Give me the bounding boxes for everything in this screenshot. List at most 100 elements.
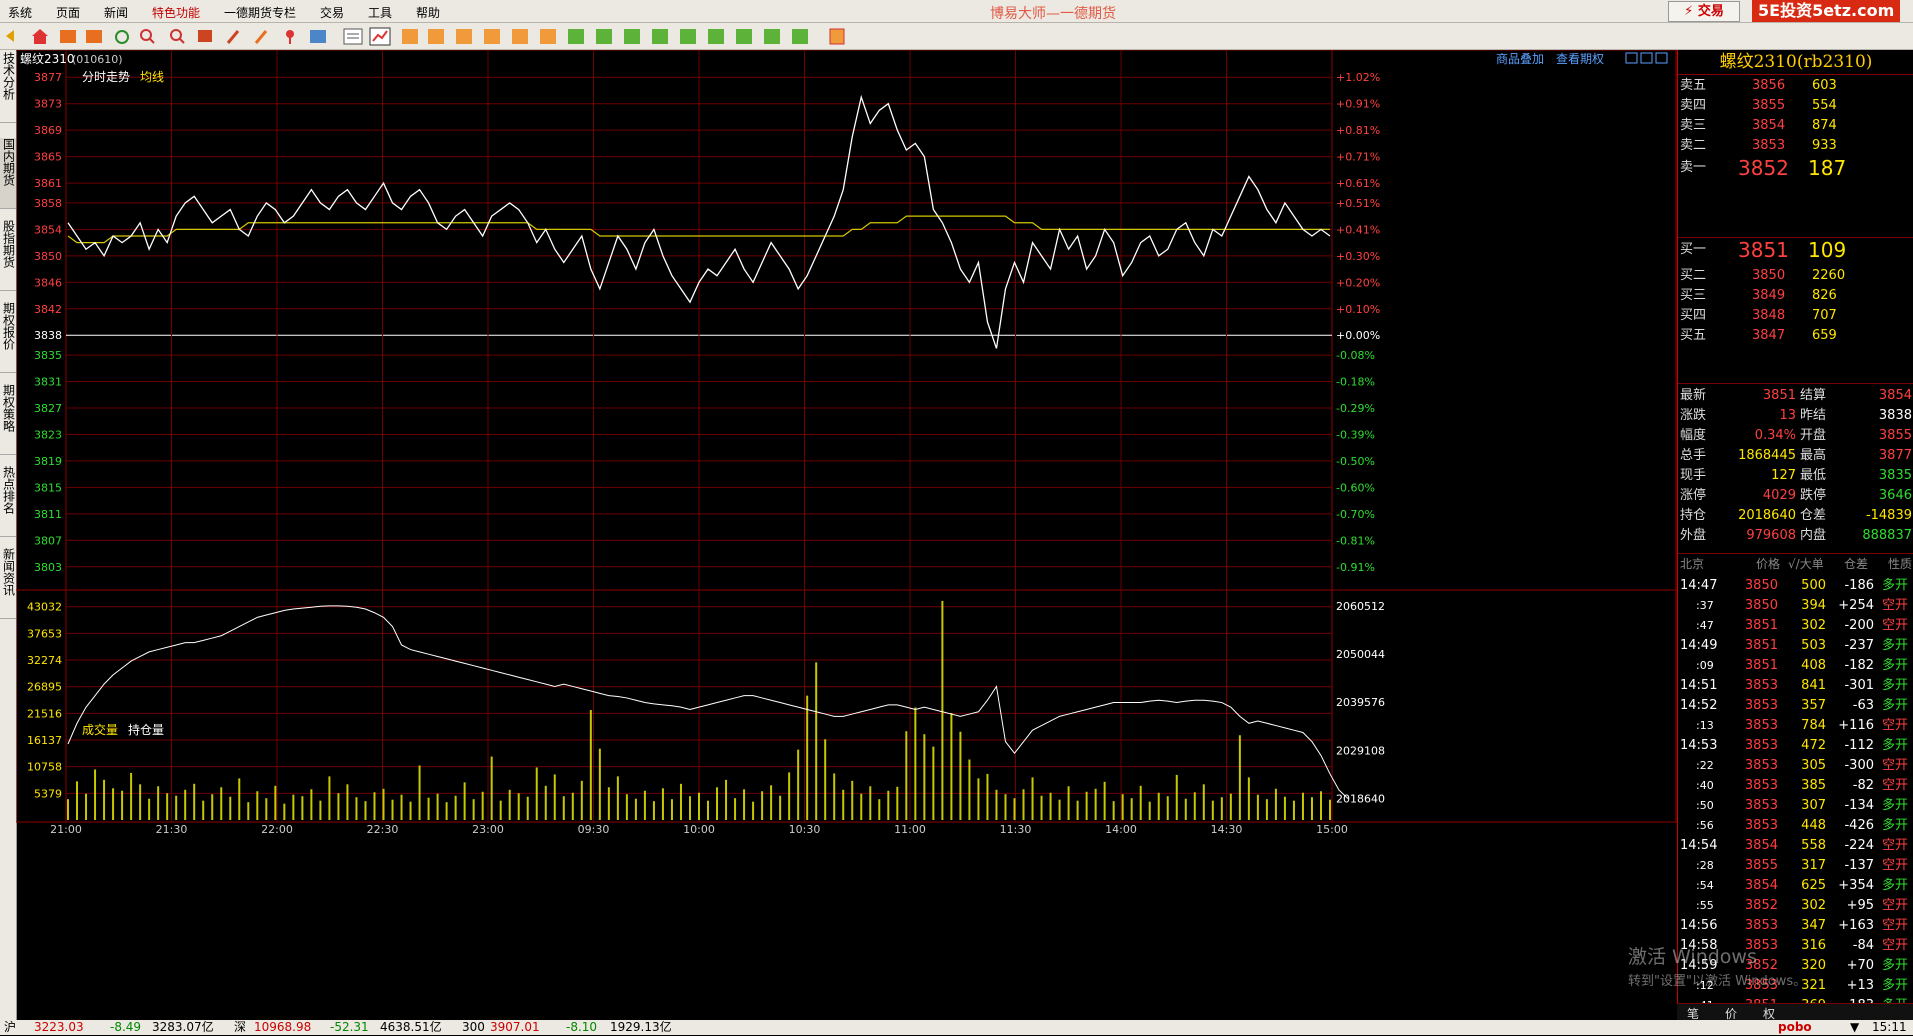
time-tick-label: 22:30 <box>367 823 399 836</box>
tick-time: :50 <box>1696 799 1714 812</box>
maximize-icon[interactable] <box>1640 52 1653 64</box>
bid-label: 买一 <box>1680 242 1707 257</box>
tick-price: 3851 <box>1744 618 1778 633</box>
stat-label: 现手 <box>1680 468 1707 483</box>
bid-price: 3847 <box>1752 328 1786 343</box>
overlay-link[interactable]: 商品叠加 <box>1496 51 1544 66</box>
period-day-icon[interactable] <box>764 29 780 44</box>
menu-news[interactable]: 新闻 <box>104 4 128 21</box>
quarter-icon[interactable] <box>512 29 528 44</box>
tick-time: :28 <box>1696 859 1714 872</box>
tick-time: :37 <box>1696 599 1714 612</box>
stock-icon[interactable] <box>86 30 102 43</box>
calculator-icon[interactable] <box>829 28 845 45</box>
tick-oi-change: +70 <box>1846 958 1874 973</box>
oi-axis-right: 20605122050044203957620291082018640 <box>1336 600 1385 806</box>
price-tick-label: 3850 <box>34 250 62 263</box>
pobo-logo: pobo <box>1778 1020 1812 1034</box>
volume-tick-label: 32274 <box>27 654 62 667</box>
price-tick-label: 3869 <box>34 124 62 137</box>
refresh-icon[interactable] <box>115 30 129 44</box>
time-tick-label: 11:00 <box>894 823 926 836</box>
pin-icon[interactable] <box>286 30 294 44</box>
list-icon[interactable] <box>343 28 363 45</box>
period-5min-icon[interactable] <box>624 29 640 44</box>
side-tab-domestic-futures[interactable]: 国内期货 <box>0 138 16 209</box>
minute-chart-icon[interactable] <box>369 27 391 46</box>
sh-amount: 3283.07亿 <box>152 1020 214 1034</box>
tick-volume: 500 <box>1801 578 1826 593</box>
tick-oi-change: -112 <box>1844 738 1874 753</box>
menu-trade[interactable]: 交易 <box>320 4 344 21</box>
side-tab-technical[interactable]: 技术分析 <box>0 52 16 123</box>
time-tick-label: 23:00 <box>472 823 504 836</box>
tick-price: 3852 <box>1744 898 1778 913</box>
home-icon[interactable] <box>32 29 48 44</box>
menu-help[interactable]: 帮助 <box>416 4 440 21</box>
tick-nature: 空开 <box>1882 858 1909 873</box>
pct-tick-label: -0.39% <box>1336 428 1375 441</box>
tick-tabs: 笔 价 权 <box>1677 1003 1913 1021</box>
brush-icon[interactable] <box>254 30 268 44</box>
period-2h-icon[interactable] <box>736 29 752 44</box>
csi300-label: 300 <box>462 1020 485 1034</box>
intraday-chart[interactable]: 螺纹2310 (010610) 商品叠加 查看期权 分时走势 均线 成交量 持仓… <box>16 50 1677 1020</box>
minimize-icon[interactable] <box>1625 52 1638 64</box>
tick-nature: 多开 <box>1882 818 1909 833</box>
tick-volume: 305 <box>1801 758 1826 773</box>
edit-icon[interactable] <box>198 30 212 42</box>
bid-price: 3851 <box>1738 238 1789 262</box>
period-3min-icon[interactable] <box>596 29 612 44</box>
tick-time: 14:52 <box>1680 698 1718 713</box>
menu-yide-column[interactable]: 一德期货专栏 <box>224 4 296 21</box>
week-icon[interactable] <box>456 29 472 44</box>
back-icon[interactable] <box>6 30 14 42</box>
price-tick-label: 3803 <box>34 561 62 574</box>
month-icon[interactable] <box>484 29 500 44</box>
period-60min-icon[interactable] <box>708 29 724 44</box>
kline-icon[interactable] <box>402 29 418 44</box>
menu-page[interactable]: 页面 <box>56 4 80 21</box>
time-tick-label: 11:30 <box>1000 823 1032 836</box>
period-year-icon[interactable] <box>792 29 808 44</box>
pct-tick-label: +0.20% <box>1336 276 1380 289</box>
price-tick-label: 3838 <box>34 329 62 342</box>
period-15min-icon[interactable] <box>652 29 668 44</box>
side-tab-option-quotes[interactable]: 期权报价 <box>0 302 16 373</box>
stat-label: 仓差 <box>1800 508 1827 523</box>
view-options-link[interactable]: 查看期权 <box>1556 52 1604 66</box>
zoom-icon[interactable] <box>170 29 185 44</box>
period-1min-icon[interactable] <box>568 29 584 44</box>
side-tab-index-futures[interactable]: 股指期货 <box>0 220 16 291</box>
stat-value: 3835 <box>1878 468 1912 483</box>
side-tab-news[interactable]: 新闻资讯 <box>0 548 16 619</box>
time-tick-label: 10:00 <box>683 823 715 836</box>
trade-button[interactable]: ⚡ 交易 <box>1668 1 1740 22</box>
window-icon[interactable] <box>60 30 76 43</box>
tick-oi-change: -224 <box>1844 838 1874 853</box>
stat-label: 持仓 <box>1680 508 1707 523</box>
bid-label: 买五 <box>1680 328 1707 343</box>
tick-oi-change: -237 <box>1844 638 1874 653</box>
close-icon[interactable] <box>1655 52 1668 64</box>
tick-price: 3853 <box>1744 758 1778 773</box>
menu-tools[interactable]: 工具 <box>368 4 392 21</box>
quote-title: 螺纹2310(rb2310) <box>1678 50 1913 75</box>
fund-icon[interactable] <box>310 30 326 43</box>
tick-volume: 394 <box>1801 598 1826 613</box>
chart-grid <box>16 50 1677 823</box>
menu-system[interactable]: 系统 <box>8 4 32 21</box>
pen-icon[interactable] <box>226 30 240 44</box>
side-tab-hot-ranking[interactable]: 热点排名 <box>0 466 16 537</box>
search-icon[interactable] <box>140 29 155 44</box>
pct-tick-label: -0.81% <box>1336 534 1375 547</box>
year-icon[interactable] <box>540 29 556 44</box>
pct-tick-label: +0.10% <box>1336 303 1380 316</box>
period-30min-icon[interactable] <box>680 29 696 44</box>
tick-price: 3853 <box>1744 718 1778 733</box>
menu-special-features[interactable]: 特色功能 <box>152 4 200 21</box>
tick-nature: 空开 <box>1882 898 1909 913</box>
side-tab-option-strategy[interactable]: 期权策略 <box>0 384 16 455</box>
tick-header-time: 北京 <box>1680 557 1705 571</box>
day-icon[interactable] <box>428 29 444 44</box>
